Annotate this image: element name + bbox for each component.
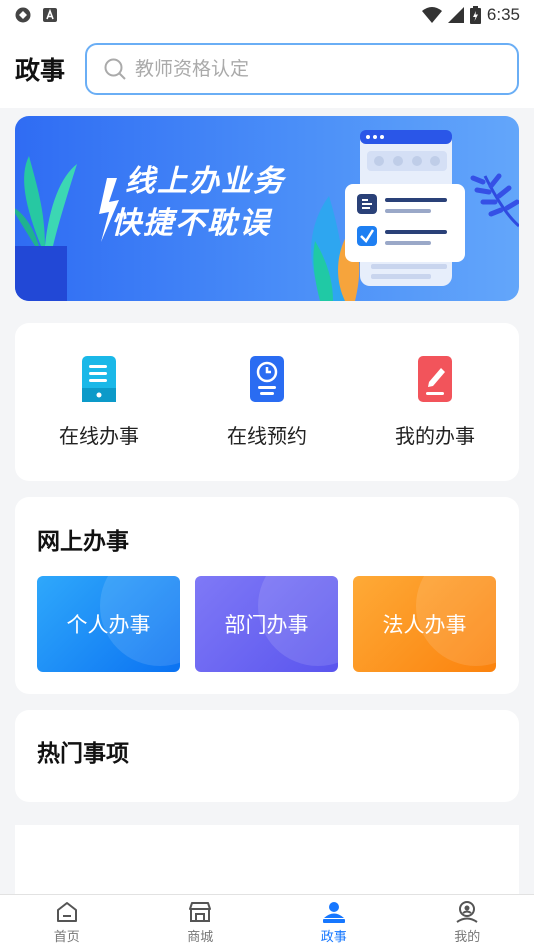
profile-icon bbox=[456, 901, 478, 923]
banner-line-1: 线上办业务 bbox=[125, 164, 285, 199]
tile-legal-entity-services[interactable]: 法人办事 bbox=[353, 576, 496, 672]
battery-icon bbox=[469, 6, 481, 24]
search-box[interactable] bbox=[85, 43, 519, 95]
section-title: 网上办事 bbox=[37, 529, 129, 555]
tab-label: 首页 bbox=[53, 930, 80, 945]
quick-action-label: 在线预约 bbox=[227, 423, 307, 448]
sync-icon bbox=[15, 7, 31, 23]
store-icon bbox=[189, 902, 212, 922]
quick-action-label: 在线办事 bbox=[59, 423, 139, 448]
tile-department-services[interactable]: 部门办事 bbox=[195, 576, 338, 672]
header: 政事 bbox=[0, 30, 534, 108]
tab-store[interactable]: 商城 bbox=[134, 895, 268, 950]
bottom-tab-bar: 首页 商城 政事 我的 bbox=[0, 894, 534, 950]
tab-label: 商城 bbox=[187, 930, 214, 945]
banner-line-2: 快捷不耽误 bbox=[111, 206, 271, 241]
tab-profile[interactable]: 我的 bbox=[401, 895, 534, 950]
search-input[interactable] bbox=[135, 58, 475, 80]
home-icon bbox=[56, 902, 77, 922]
tablet-doc-icon bbox=[82, 355, 116, 402]
quick-action-online-service[interactable]: 在线办事 bbox=[15, 323, 183, 481]
tab-label: 政事 bbox=[320, 930, 347, 945]
text-app-icon bbox=[43, 8, 57, 22]
clock-doc-icon bbox=[250, 355, 284, 402]
signal-icon bbox=[447, 7, 464, 23]
tile-label: 部门办事 bbox=[224, 613, 309, 637]
tile-label: 个人办事 bbox=[66, 613, 151, 637]
edit-doc-icon bbox=[418, 355, 452, 402]
hot-items-card: 热门事项 bbox=[15, 710, 519, 802]
status-time: 6:35 bbox=[486, 5, 520, 24]
wifi-icon bbox=[421, 7, 442, 23]
section-title: 热门事项 bbox=[37, 741, 129, 767]
tab-home[interactable]: 首页 bbox=[0, 895, 134, 950]
tile-label: 法人办事 bbox=[382, 613, 467, 637]
tab-government-affairs[interactable]: 政事 bbox=[267, 895, 401, 950]
quick-action-my-services[interactable]: 我的办事 bbox=[351, 323, 519, 481]
promo-banner[interactable]: 线上办业务 快捷不耽误 bbox=[15, 116, 519, 301]
tab-label: 我的 bbox=[454, 930, 481, 945]
tile-personal-services[interactable]: 个人办事 bbox=[37, 576, 180, 672]
status-bar: 6:35 bbox=[0, 0, 534, 30]
content-placeholder bbox=[15, 825, 519, 895]
quick-action-online-booking[interactable]: 在线预约 bbox=[183, 323, 351, 481]
government-icon bbox=[322, 902, 345, 923]
online-services-card: 网上办事 个人办事 部门办事 法人办事 bbox=[15, 497, 519, 694]
quick-action-label: 我的办事 bbox=[395, 423, 475, 448]
quick-actions-card: 在线办事 在线预约 我的办事 bbox=[15, 323, 519, 481]
search-icon bbox=[104, 58, 126, 80]
page-title: 政事 bbox=[15, 56, 66, 85]
